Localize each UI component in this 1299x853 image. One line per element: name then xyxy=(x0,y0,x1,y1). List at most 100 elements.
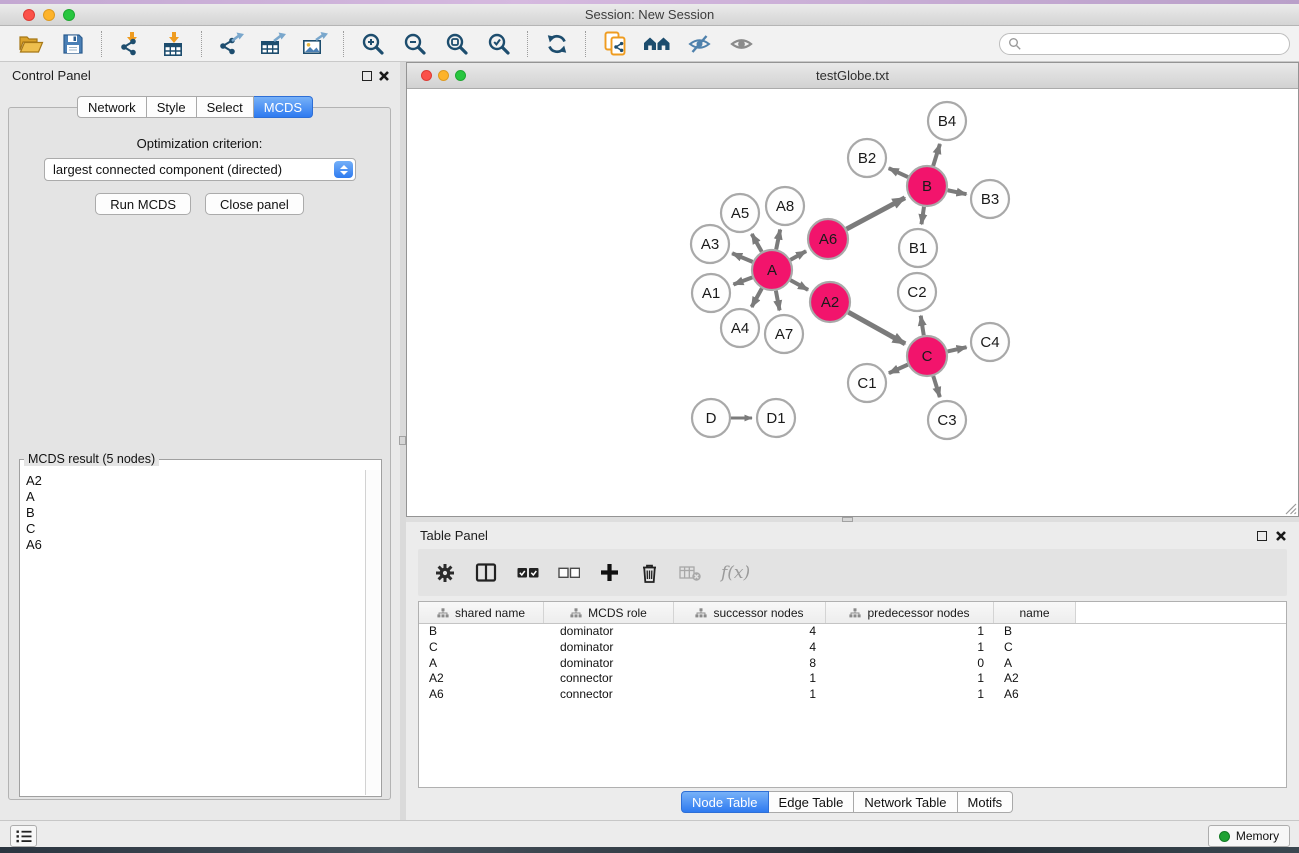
graph-node-A3[interactable]: A3 xyxy=(691,225,729,263)
graph-node-A1[interactable]: A1 xyxy=(692,274,730,312)
float-panel-icon[interactable] xyxy=(1257,531,1267,541)
mcds-result-item[interactable]: B xyxy=(26,505,365,521)
divider-grip[interactable] xyxy=(399,436,406,445)
graph-node-A4[interactable]: A4 xyxy=(721,309,759,347)
graph-edge-A-A8[interactable] xyxy=(776,230,780,250)
zoom-in-button[interactable] xyxy=(355,28,391,60)
tab-style[interactable]: Style xyxy=(147,96,197,118)
tab-network[interactable]: Network xyxy=(77,96,147,118)
graph-edge-A-A4[interactable] xyxy=(752,288,762,307)
export-network-button[interactable] xyxy=(213,28,249,60)
run-mcds-button[interactable]: Run MCDS xyxy=(95,193,191,215)
mcds-result-item[interactable]: A6 xyxy=(26,537,365,553)
export-image-button[interactable] xyxy=(297,28,333,60)
column-header-shared-name[interactable]: shared name xyxy=(419,602,544,623)
graph-node-C4[interactable]: C4 xyxy=(971,323,1009,361)
float-panel-icon[interactable] xyxy=(362,71,372,81)
close-panel-button[interactable]: Close panel xyxy=(205,193,304,215)
tab-motifs[interactable]: Motifs xyxy=(958,791,1014,813)
first-neighbors-button[interactable] xyxy=(639,28,675,60)
tab-network-table[interactable]: Network Table xyxy=(854,791,957,813)
refresh-view-button[interactable] xyxy=(539,28,575,60)
mcds-result-list[interactable]: A2ABCA6 xyxy=(21,470,365,795)
graph-edge-B-B3[interactable] xyxy=(948,190,967,194)
node-table[interactable]: shared nameMCDS rolesuccessor nodesprede… xyxy=(418,601,1287,788)
open-session-button[interactable] xyxy=(13,28,49,60)
graph-edge-C-C1[interactable] xyxy=(889,365,908,374)
graph-node-C2[interactable]: C2 xyxy=(898,273,936,311)
column-header-successor-nodes[interactable]: successor nodes xyxy=(674,602,826,623)
criterion-select[interactable]: largest connected component (directed) xyxy=(44,158,356,181)
task-history-button[interactable] xyxy=(10,825,37,847)
save-session-button[interactable] xyxy=(55,28,91,60)
zoom-selected-button[interactable] xyxy=(481,28,517,60)
network-canvas[interactable]: A5A8 A3 A1A4A7 A A6 A2 B2 B4 B B3 B1 C2 C4 C C1 C3 D D1 xyxy=(407,89,1298,516)
hide-selected-button[interactable] xyxy=(681,28,717,60)
add-column-button[interactable] xyxy=(599,562,620,583)
graph-edge-A-A6[interactable] xyxy=(790,251,806,260)
graph-edge-B-B1[interactable] xyxy=(921,207,924,224)
result-list-scrollbar[interactable] xyxy=(365,470,380,795)
graph-edge-C-C4[interactable] xyxy=(947,347,966,351)
tab-node-table[interactable]: Node Table xyxy=(681,791,769,813)
graph-node-D1[interactable]: D1 xyxy=(757,399,795,437)
import-network-button[interactable] xyxy=(113,28,149,60)
tab-mcds[interactable]: MCDS xyxy=(254,96,313,118)
table-row[interactable]: Cdominator41C xyxy=(419,640,1286,656)
delete-table-button[interactable] xyxy=(679,564,702,582)
new-network-from-selection-button[interactable] xyxy=(597,28,633,60)
graph-node-B2[interactable]: B2 xyxy=(848,139,886,177)
graph-edge-A2-C[interactable] xyxy=(848,312,905,344)
graph-node-C[interactable]: C xyxy=(907,336,947,376)
graph-node-B1[interactable]: B1 xyxy=(899,229,937,267)
zoom-fit-button[interactable] xyxy=(439,28,475,60)
graph-node-A6[interactable]: A6 xyxy=(808,219,848,259)
table-row[interactable]: Bdominator41B xyxy=(419,624,1286,640)
graph-edge-A6-B[interactable] xyxy=(847,198,905,229)
graph-node-C3[interactable]: C3 xyxy=(928,401,966,439)
graph-edge-A-A7[interactable] xyxy=(776,291,780,311)
mcds-result-item[interactable]: A xyxy=(26,489,365,505)
network-graph[interactable]: A5A8 A3 A1A4A7 A A6 A2 B2 B4 B B3 B1 C2 C4 C C1 C3 D D1 xyxy=(407,89,1298,516)
table-row[interactable]: Adominator80A xyxy=(419,656,1286,672)
graph-node-A[interactable]: A xyxy=(752,250,792,290)
graph-edge-A-A2[interactable] xyxy=(790,280,808,290)
column-header-MCDS-role[interactable]: MCDS role xyxy=(544,602,674,623)
graph-node-A5[interactable]: A5 xyxy=(721,194,759,232)
graph-edge-C-C3[interactable] xyxy=(933,376,940,397)
graph-node-B3[interactable]: B3 xyxy=(971,180,1009,218)
graph-edge-B-B2[interactable] xyxy=(889,168,908,177)
graph-edge-B-B4[interactable] xyxy=(933,144,940,166)
table-options-button[interactable] xyxy=(434,562,456,584)
show-columns-button[interactable] xyxy=(475,562,498,583)
zoom-out-button[interactable] xyxy=(397,28,433,60)
graph-node-B4[interactable]: B4 xyxy=(928,102,966,140)
function-builder-button[interactable]: f(x) xyxy=(721,563,750,583)
column-header-name[interactable]: name xyxy=(994,602,1076,623)
column-header-predecessor-nodes[interactable]: predecessor nodes xyxy=(826,602,994,623)
table-row[interactable]: A6connector11A6 xyxy=(419,687,1286,703)
memory-button[interactable]: Memory xyxy=(1208,825,1290,847)
delete-column-button[interactable] xyxy=(639,562,660,584)
tab-select[interactable]: Select xyxy=(197,96,254,118)
tab-edge-table[interactable]: Edge Table xyxy=(769,791,855,813)
graph-edge-A-A1[interactable] xyxy=(733,277,752,284)
graph-node-A8[interactable]: A8 xyxy=(766,187,804,225)
graph-edge-A-A3[interactable] xyxy=(732,253,753,262)
select-all-button[interactable] xyxy=(517,567,539,579)
export-table-button[interactable] xyxy=(255,28,291,60)
graph-node-D[interactable]: D xyxy=(692,399,730,437)
graph-node-C1[interactable]: C1 xyxy=(848,364,886,402)
show-all-button[interactable] xyxy=(723,28,759,60)
graph-edge-A-A5[interactable] xyxy=(752,234,762,252)
graph-node-A7[interactable]: A7 xyxy=(765,315,803,353)
import-table-button[interactable] xyxy=(155,28,191,60)
search-input[interactable] xyxy=(1022,34,1289,54)
close-panel-icon[interactable] xyxy=(378,70,390,82)
close-panel-icon[interactable] xyxy=(1275,530,1287,542)
window-resize-grip[interactable] xyxy=(1283,501,1297,515)
graph-node-B[interactable]: B xyxy=(907,166,947,206)
table-row[interactable]: A2connector11A2 xyxy=(419,671,1286,687)
mcds-result-item[interactable]: C xyxy=(26,521,365,537)
graph-node-A2[interactable]: A2 xyxy=(810,282,850,322)
